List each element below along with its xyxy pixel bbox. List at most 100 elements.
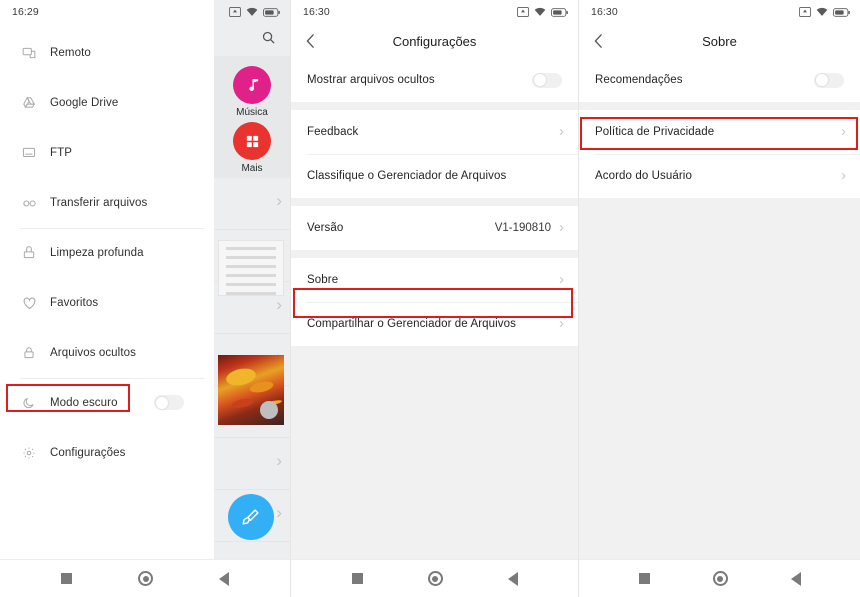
wifi-icon [246,7,258,16]
drawer-item-modo-escuro[interactable]: Modo escuro [0,378,214,428]
shortcut-mais[interactable]: Mais [233,122,271,174]
settings-row-label: Política de Privacidade [595,126,715,138]
search-icon[interactable] [261,30,276,45]
drawer-item-label: Limpeza profunda [50,247,144,259]
chevron-right-icon: › [559,314,564,332]
settings-row-label: Acordo do Usuário [595,170,692,182]
settings-row-sobre[interactable]: Sobre › [291,258,578,302]
drawer-item-favoritos[interactable]: Favoritos [0,278,214,328]
chevron-right-icon: › [559,218,564,236]
drawer-item-remoto[interactable]: Remoto [0,28,214,78]
triangle-back-icon[interactable] [790,571,801,586]
screenshot-root: Música Mais › › › › › › › 16:29 Remoto G… [0,0,860,597]
settings-group: Mostrar arquivos ocultos [291,58,578,102]
drawer-item-label: FTP [50,147,73,159]
list-item[interactable] [214,178,290,230]
settings-row-label: Classifique o Gerenciador de Arquivos [307,170,507,182]
ftp-monitor-icon [20,144,38,162]
show-hidden-files-toggle[interactable] [532,72,562,88]
drawer-item-label: Arquivos ocultos [50,347,136,359]
square-recents-icon[interactable] [638,573,650,584]
system-nav-bar [579,559,860,597]
grid-apps-icon [233,122,271,160]
moon-icon [20,394,38,412]
broom-clean-icon [20,244,38,262]
circle-home-icon[interactable] [427,571,443,586]
drawer-item-ftp[interactable]: FTP [0,128,214,178]
screenshot-icon [229,7,241,17]
page-title: Sobre [702,33,737,49]
app-bar: Configurações [291,24,578,58]
navigation-drawer: Remoto Google Drive FTP Transferir arqui… [0,0,214,559]
circle-home-icon[interactable] [712,571,728,586]
chevron-right-icon: › [841,166,846,184]
drawer-item-label: Modo escuro [50,397,118,409]
remote-screen-icon [20,44,38,62]
phone-panel-drawer: Música Mais › › › › › › › 16:29 Remoto G… [0,0,290,597]
dark-mode-toggle[interactable] [154,395,184,410]
photo-thumbnail[interactable] [218,355,284,425]
status-icons [229,7,280,17]
triangle-back-icon[interactable] [219,571,229,586]
drawer-list: Remoto Google Drive FTP Transferir arqui… [0,0,214,478]
settings-row-versao[interactable]: Versão V1-190810 › [291,206,578,250]
settings-row-compartilhar[interactable]: Compartilhar o Gerenciador de Arquivos › [291,302,578,346]
settings-row-feedback[interactable]: Feedback › [291,110,578,154]
drive-icon [20,94,38,112]
drawer-item-google-drive[interactable]: Google Drive [0,78,214,128]
document-thumbnail[interactable] [218,240,284,296]
wifi-icon [816,7,828,16]
triangle-back-icon[interactable] [507,571,518,586]
settings-group: Versão V1-190810 › [291,206,578,250]
square-recents-icon[interactable] [351,573,363,584]
status-bar: 16:30 [291,0,578,24]
settings-row-politica-privacidade[interactable]: Política de Privacidade › [579,110,860,154]
music-note-icon [233,66,271,104]
version-value: V1-190810 [494,222,551,234]
status-bar: 16:30 [579,0,860,24]
settings-row-recomendacoes[interactable]: Recomendações [579,58,860,102]
gear-icon [20,444,38,462]
shortcut-label: Mais [241,163,263,174]
screenshot-icon [799,7,811,17]
system-nav-bar [291,559,578,597]
phone-panel-configuracoes: 16:30 Configurações Mostrar arquivos ocu… [290,0,578,597]
lock-icon [20,344,38,362]
settings-group: Sobre › Compartilhar o Gerenciador de Ar… [291,258,578,346]
status-icons [799,7,850,17]
status-time: 16:30 [591,6,618,18]
circle-home-icon[interactable] [138,571,153,586]
settings-sheet: Mostrar arquivos ocultos Feedback › Clas… [291,58,578,597]
system-nav-bar [0,559,290,597]
list-item[interactable] [214,438,290,490]
status-bar: 16:29 [0,0,290,24]
settings-row-mostrar-arquivos-ocultos[interactable]: Mostrar arquivos ocultos [291,58,578,102]
square-recents-icon[interactable] [61,573,72,584]
drawer-item-label: Remoto [50,47,91,59]
drawer-item-label: Favoritos [50,297,99,309]
settings-row-label: Recomendações [595,74,683,86]
drawer-item-arquivos-ocultos[interactable]: Arquivos ocultos [0,328,214,378]
settings-row-classifique[interactable]: Classifique o Gerenciador de Arquivos [291,154,578,198]
shortcut-musica[interactable]: Música [233,66,271,118]
transfer-icon [20,194,38,212]
drawer-item-label: Transferir arquivos [50,197,148,209]
drawer-item-limpeza-profunda[interactable]: Limpeza profunda [0,228,214,278]
settings-row-label: Feedback [307,126,359,138]
status-icons [517,7,568,17]
settings-row-label: Compartilhar o Gerenciador de Arquivos [307,318,516,330]
chevron-right-icon: › [841,122,846,140]
settings-row-acordo-usuario[interactable]: Acordo do Usuário › [579,154,860,198]
recommendations-toggle[interactable] [814,72,844,88]
cleanup-fab-button[interactable] [228,494,274,540]
drawer-item-configuracoes[interactable]: Configurações [0,428,214,478]
wifi-icon [534,7,546,16]
settings-row-label: Sobre [307,274,339,286]
settings-group: Política de Privacidade › Acordo do Usuá… [579,110,860,198]
drawer-item-transferir-arquivos[interactable]: Transferir arquivos [0,178,214,228]
battery-icon [551,7,568,17]
app-shortcuts: Música Mais [214,56,290,186]
shortcut-label: Música [236,107,268,118]
settings-row-label: Versão [307,222,344,234]
drawer-item-label: Google Drive [50,97,119,109]
